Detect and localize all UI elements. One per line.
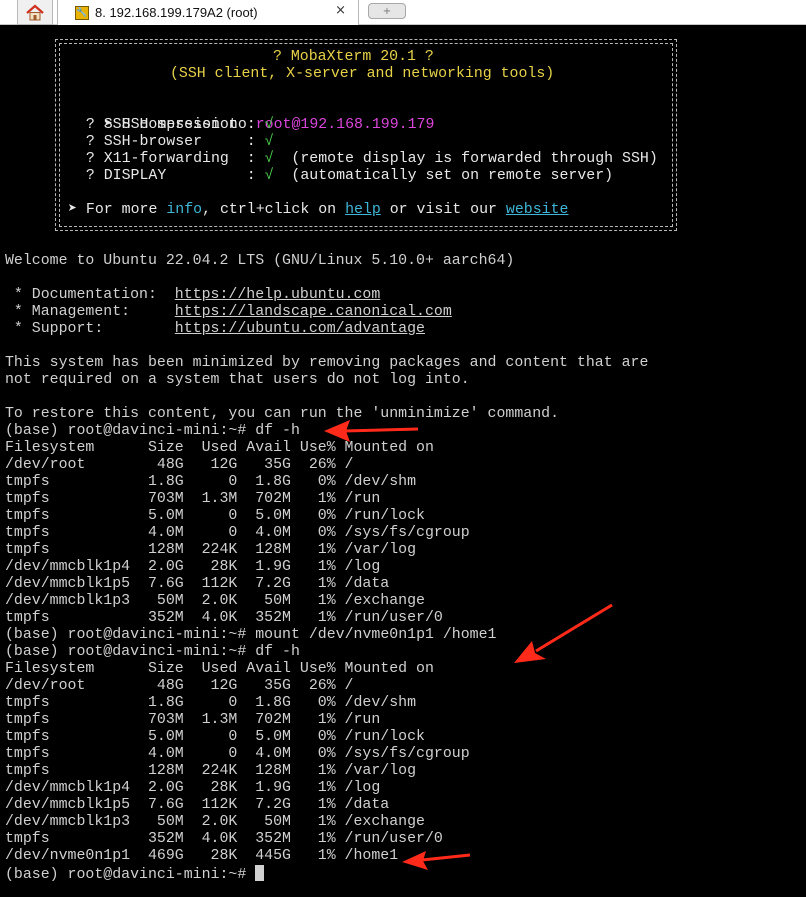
check-icon: √ xyxy=(264,151,274,167)
df-row: tmpfs 4.0M 0 4.0M 0% /sys/fs/cgroup xyxy=(5,525,470,541)
command-text: df -h xyxy=(255,423,300,439)
new-tab-button[interactable]: + xyxy=(368,3,406,19)
mgmt-line: * Management: https://landscape.canonica… xyxy=(5,304,452,321)
doc-line: * Documentation: https://help.ubuntu.com xyxy=(5,287,380,304)
banner-option-compression: ? SSH compression : √ xyxy=(68,117,274,134)
prompt: (base) root@davinci-mini:~# xyxy=(5,644,256,660)
restore-line: To restore this content, you can run the… xyxy=(5,406,560,422)
df-header-2: Filesystem Size Used Avail Use% Mounted … xyxy=(5,661,434,677)
check-icon: √ xyxy=(264,168,274,184)
df-header-1: Filesystem Size Used Avail Use% Mounted … xyxy=(5,440,434,456)
option-note: (automatically set on remote server) xyxy=(273,168,614,184)
option-label: ? SSH compression : xyxy=(68,117,265,133)
df-row: /dev/mmcblk1p3 50M 2.0K 50M 1% /exchange xyxy=(5,593,425,609)
minimized-line-1: This system has been minimized by removi… xyxy=(5,355,649,371)
session-tab-title: 8. 192.168.199.179A2 (root) xyxy=(95,5,258,20)
df-row: /dev/mmcblk1p4 2.0G 28K 1.9G 1% /log xyxy=(5,559,381,575)
df-row: tmpfs 1.8G 0 1.8G 0% /dev/shm xyxy=(5,474,417,490)
terminal[interactable]: ? MobaXterm 20.1 ? (SSH client, X-server… xyxy=(0,25,806,897)
cursor xyxy=(255,865,265,881)
df-row: tmpfs 703M 1.3M 702M 1% /run xyxy=(5,712,381,728)
df-row: /dev/mmcblk1p4 2.0G 28K 1.9G 1% /log xyxy=(5,780,381,796)
prompt: (base) root@davinci-mini:~# xyxy=(5,423,256,439)
minimized-line-2: not required on a system that users do n… xyxy=(5,372,470,388)
info-link[interactable]: info xyxy=(166,202,202,218)
home-icon xyxy=(26,4,44,20)
option-note: (remote display is forwarded through SSH… xyxy=(273,151,658,167)
df-row: tmpfs 5.0M 0 5.0M 0% /run/lock xyxy=(5,508,425,524)
more-prefix: ➤ For more xyxy=(68,202,167,218)
annotation-arrow-3 xyxy=(402,851,471,870)
df-row: /dev/mmcblk1p5 7.6G 112K 7.2G 1% /data xyxy=(5,797,390,813)
welcome-line: Welcome to Ubuntu 22.04.2 LTS (GNU/Linux… xyxy=(5,253,515,269)
session-tab[interactable]: 🔧 8. 192.168.199.179A2 (root) × xyxy=(57,0,359,25)
df-row: /dev/nvme0n1p1 469G 28K 445G 1% /home1 xyxy=(5,848,399,864)
more-mid: , ctrl+click on xyxy=(202,202,346,218)
mgmt-url-link[interactable]: https://landscape.canonical.com xyxy=(175,304,452,320)
command-line-1: (base) root@davinci-mini:~# df -h xyxy=(5,423,300,440)
banner-option-display: ? DISPLAY : √ (automatically set on remo… xyxy=(68,168,613,185)
banner-option-x11: ? X11-forwarding : √ (remote display is … xyxy=(68,151,658,168)
home-tab[interactable] xyxy=(17,0,53,25)
df-row: tmpfs 5.0M 0 5.0M 0% /run/lock xyxy=(5,729,425,745)
option-label: ? DISPLAY : xyxy=(68,168,265,184)
banner-title: ? MobaXterm 20.1 ? xyxy=(273,49,434,65)
support-url-link[interactable]: https://ubuntu.com/advantage xyxy=(175,321,425,337)
ssh-host: @192.168.199.179 xyxy=(291,117,435,133)
command-line-3: (base) root@davinci-mini:~# df -h xyxy=(5,644,300,661)
option-label: ? SSH-browser : xyxy=(68,134,265,150)
terminal-key-icon: 🔧 xyxy=(75,5,89,20)
banner-ssh-line: ➤ SSH session to root@192.168.199.179 xyxy=(68,100,435,133)
plus-icon: + xyxy=(382,5,392,17)
df-row: /dev/mmcblk1p3 50M 2.0K 50M 1% /exchange xyxy=(5,814,425,830)
command-line-2: (base) root@davinci-mini:~# mount /dev/n… xyxy=(5,627,497,644)
df-row: /dev/root 48G 12G 35G 26% / xyxy=(5,678,354,694)
close-tab-icon[interactable]: × xyxy=(335,3,346,18)
annotation-arrow-2 xyxy=(514,603,613,663)
doc-url-link[interactable]: https://help.ubuntu.com xyxy=(175,287,381,303)
df-row: tmpfs 128M 224K 128M 1% /var/log xyxy=(5,763,417,779)
command-text: df -h xyxy=(255,644,300,660)
more-or: or visit our xyxy=(380,202,506,218)
website-link[interactable]: website xyxy=(506,202,569,218)
check-icon: √ xyxy=(264,117,274,133)
df-row: /dev/root 48G 12G 35G 26% / xyxy=(5,457,354,473)
support-label: * Support: xyxy=(5,321,175,337)
check-icon: √ xyxy=(264,134,274,150)
help-link[interactable]: help xyxy=(345,202,381,218)
df-row: tmpfs 352M 4.0K 352M 1% /run/user/0 xyxy=(5,610,443,626)
banner-option-browser: ? SSH-browser : √ xyxy=(68,134,274,151)
command-text: mount /dev/nvme0n1p1 /home1 xyxy=(255,627,497,643)
option-label: ? X11-forwarding : xyxy=(68,151,265,167)
df-row: tmpfs 4.0M 0 4.0M 0% /sys/fs/cgroup xyxy=(5,746,470,762)
doc-label: * Documentation: xyxy=(5,287,175,303)
mgmt-label: * Management: xyxy=(5,304,175,320)
df-row: tmpfs 1.8G 0 1.8G 0% /dev/shm xyxy=(5,695,417,711)
prompt: (base) root@davinci-mini:~# xyxy=(5,867,256,883)
df-row: tmpfs 703M 1.3M 702M 1% /run xyxy=(5,491,381,507)
df-row: /dev/mmcblk1p5 7.6G 112K 7.2G 1% /data xyxy=(5,576,390,592)
df-row: tmpfs 128M 224K 128M 1% /var/log xyxy=(5,542,417,558)
banner-more-line: ➤ For more info, ctrl+click on help or v… xyxy=(68,202,568,219)
prompt: (base) root@davinci-mini:~# xyxy=(5,627,256,643)
tab-bar: 🔧 8. 192.168.199.179A2 (root) × + xyxy=(0,0,806,25)
df-row: tmpfs 352M 4.0K 352M 1% /run/user/0 xyxy=(5,831,443,847)
banner-subtitle: (SSH client, X-server and networking too… xyxy=(170,66,555,82)
support-line: * Support: https://ubuntu.com/advantage xyxy=(5,321,425,338)
command-line-current[interactable]: (base) root@davinci-mini:~# xyxy=(5,865,265,883)
